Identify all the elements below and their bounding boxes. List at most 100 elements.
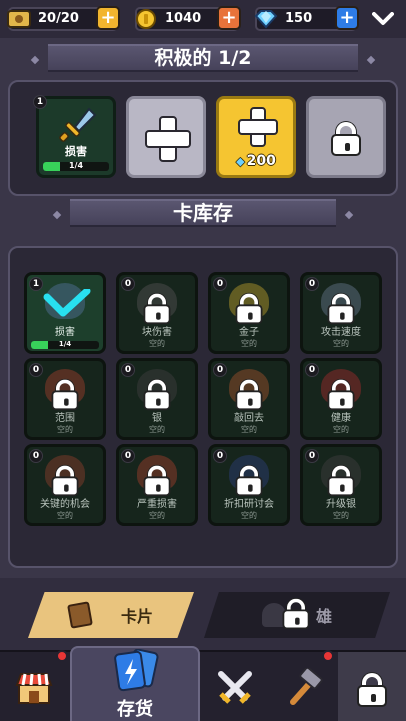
card-level-badge: 0 [121, 277, 135, 291]
library-card-name: 升级银 [326, 499, 356, 510]
card-level-badge: 0 [121, 363, 135, 377]
library-card-status: 空的 [333, 511, 349, 520]
lock-icon [143, 293, 171, 325]
shop-icon [15, 672, 53, 704]
library-card[interactable]: 0 关键的机会 空的 [24, 444, 106, 526]
locked-deck-slot [306, 96, 386, 178]
lock-icon [235, 293, 263, 325]
card-level-badge: 1 [29, 277, 43, 291]
card-library-panel[interactable]: 1 损害 1/4 0 块伤害 空的 0 金子 空的 0 攻击速度 空的 0 范围 空的 0 银空的 0 敲回去 空的 0… [8, 246, 398, 568]
resource-bar: 20/20 + 1040 + 150 + [0, 0, 406, 38]
library-card[interactable]: 0 升级银 空的 [300, 444, 382, 526]
gem-icon [253, 6, 279, 32]
gem-icon: ◆ [236, 155, 245, 168]
card-level-badge: 0 [29, 363, 43, 377]
tab-cards[interactable]: 卡片 [28, 592, 194, 638]
library-card[interactable]: 0 金子 空的 [208, 272, 290, 354]
lock-icon [331, 122, 361, 157]
library-card-name: 折扣研讨会 [224, 499, 274, 510]
active-card-slot[interactable]: 1 损害 1/4 [33, 95, 116, 178]
crossed-swords-icon [218, 670, 252, 704]
library-card-name: 敲回去 [234, 413, 264, 424]
card-level-badge: 0 [305, 449, 319, 463]
library-card[interactable]: 0 健康 空的 [300, 358, 382, 440]
energy-counter: 20/20 + [7, 6, 120, 31]
library-card[interactable]: 0 块伤害 空的 [116, 272, 198, 354]
bottom-nav: 存货 [0, 646, 406, 721]
library-card[interactable]: 0 敲回去 空的 [208, 358, 290, 440]
library-card-name: 块伤害 [142, 327, 172, 338]
lock-icon [143, 379, 171, 411]
card-level-badge: 0 [305, 363, 319, 377]
library-card-progress: 1/4 [31, 341, 99, 349]
library-card[interactable]: 1 损害 1/4 [24, 272, 106, 354]
lock-icon [327, 293, 355, 325]
card-level-badge: 1 [33, 95, 47, 109]
hammer-icon [290, 667, 323, 705]
lock-icon [51, 379, 79, 411]
buy-slot-button[interactable]: ◆ 200 [216, 96, 296, 178]
add-energy-button[interactable]: + [96, 6, 120, 30]
nav-shop[interactable] [0, 652, 68, 721]
library-title: 卡库存 [173, 201, 233, 225]
library-card-status: 空的 [241, 511, 257, 520]
library-card[interactable]: 0 银空的 [116, 358, 198, 440]
active-deck-banner: 积极的 1/2 [48, 44, 358, 72]
coin-counter: 1040 + [133, 6, 241, 32]
shop-notification-dot [56, 650, 68, 662]
card-deck-icon [67, 601, 93, 629]
tab-cards-label: 卡片 [120, 607, 153, 626]
active-card-progress: 1/4 [43, 162, 109, 171]
coin-value: 1040 [165, 11, 202, 26]
library-card[interactable]: 0 折扣研讨会 空的 [208, 444, 290, 526]
card-level-badge: 0 [213, 363, 227, 377]
card-level-badge: 0 [121, 449, 135, 463]
library-card[interactable]: 0 攻击速度 空的 [300, 272, 382, 354]
library-card-name: 健康 [331, 413, 351, 424]
empty-deck-slot[interactable] [126, 96, 206, 178]
nav-inventory-label: 存货 [117, 698, 153, 720]
library-card-name: 金子 [239, 327, 259, 338]
lock-icon [143, 465, 171, 497]
library-card-status: 空的 [57, 511, 73, 520]
library-card-status: 空的 [149, 339, 165, 348]
forge-notification-dot [322, 650, 334, 662]
tab-heroes[interactable]: 雄 [204, 592, 390, 638]
slot-price-value: 200 [246, 153, 276, 169]
lock-icon [282, 598, 310, 630]
card-level-badge: 0 [213, 277, 227, 291]
active-deck-count: 1/2 [218, 47, 252, 69]
library-card-name: 攻击速度 [321, 327, 361, 338]
plus-icon [145, 116, 191, 162]
lock-icon [327, 379, 355, 411]
coin-icon [133, 6, 159, 32]
library-banner: 卡库存 [70, 199, 336, 227]
library-card[interactable]: 0 严重损害 空的 [116, 444, 198, 526]
library-card-name: 银 [152, 413, 162, 424]
active-deck-title: 积极的 [154, 47, 212, 69]
active-card-progress-text: 1/4 [68, 162, 84, 170]
nav-inventory[interactable]: 存货 [70, 646, 200, 721]
sword-icon [59, 107, 97, 142]
add-gems-button[interactable]: + [335, 6, 359, 30]
library-card-status: 空的 [149, 511, 165, 520]
active-card-name: 损害 [65, 145, 87, 158]
card-level-badge: 0 [29, 449, 43, 463]
lock-icon [235, 379, 263, 411]
nav-battle[interactable] [202, 652, 268, 721]
checkmark-icon [43, 289, 91, 317]
nav-locked [338, 652, 406, 721]
library-card-name: 范围 [55, 413, 75, 424]
energy-value: 20/20 [38, 11, 79, 26]
nav-forge[interactable] [268, 652, 338, 721]
library-card-status: 空的 [241, 425, 257, 434]
library-card-status: 空的 [333, 425, 349, 434]
slot-price: ◆ 200 [219, 153, 293, 169]
lock-icon [235, 465, 263, 497]
library-card-status: 空的 [57, 425, 73, 434]
chevron-down-icon[interactable] [370, 8, 396, 30]
library-card-status: 空的 [241, 339, 257, 348]
add-coins-button[interactable]: + [217, 6, 241, 30]
card-level-badge: 0 [305, 277, 319, 291]
library-card[interactable]: 0 范围 空的 [24, 358, 106, 440]
